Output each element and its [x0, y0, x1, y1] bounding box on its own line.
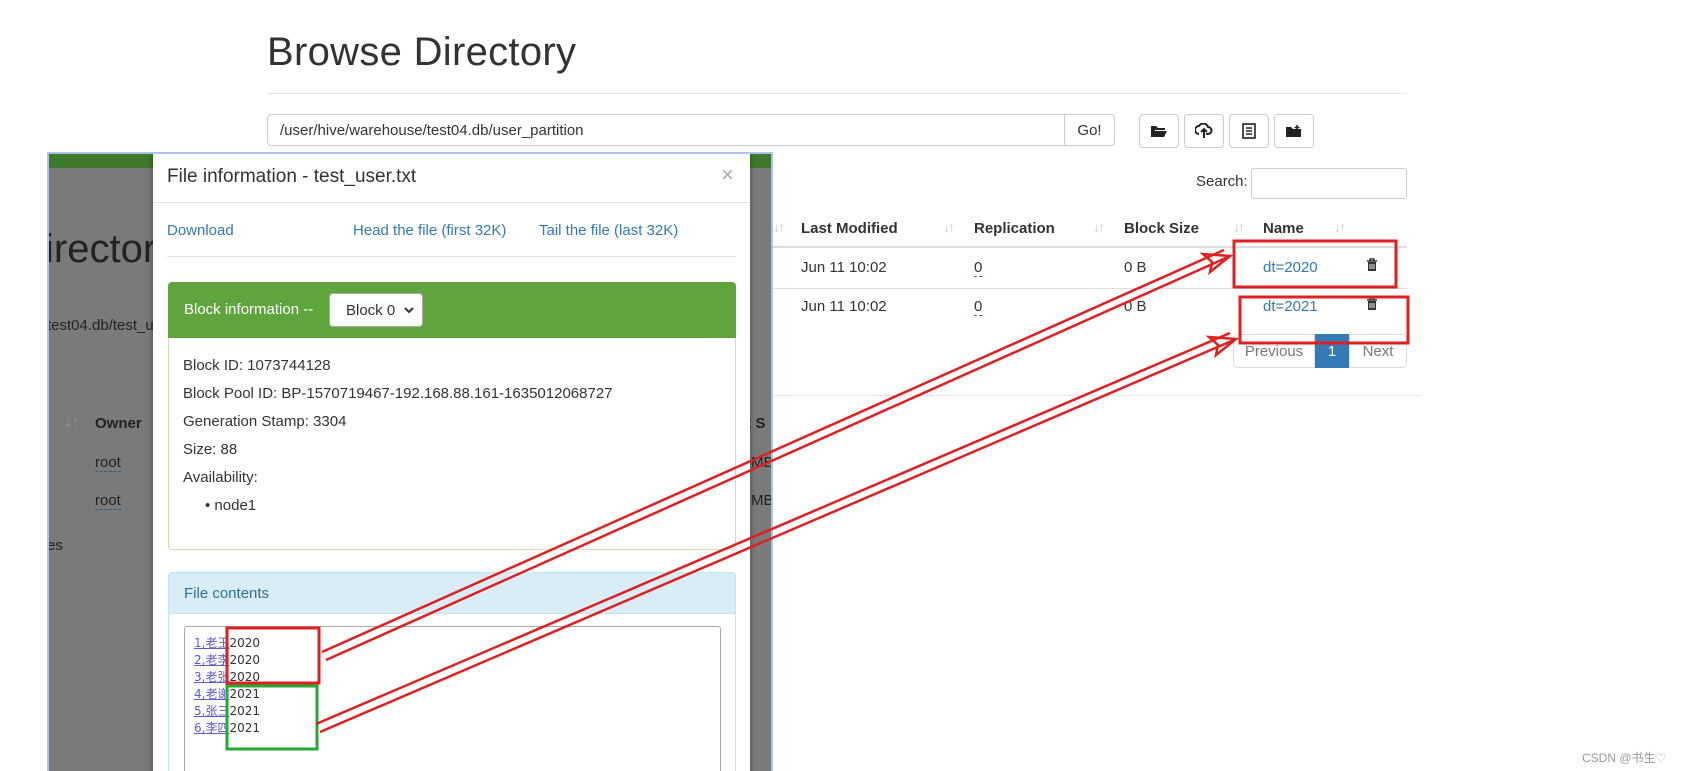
annotation-box-dt-2021 — [1238, 295, 1410, 345]
annotation-overlay — [225, 239, 1410, 751]
annotation-box-dt-2020 — [1232, 239, 1398, 289]
annotation-arrow-2021 — [315, 331, 1235, 734]
annotation-box-2020-lines — [225, 626, 321, 685]
annotation-box-2021-lines — [225, 684, 319, 751]
watermark: CSDN @书生♡ — [1582, 751, 1667, 765]
annotation-arrow-2020 — [321, 248, 1229, 662]
